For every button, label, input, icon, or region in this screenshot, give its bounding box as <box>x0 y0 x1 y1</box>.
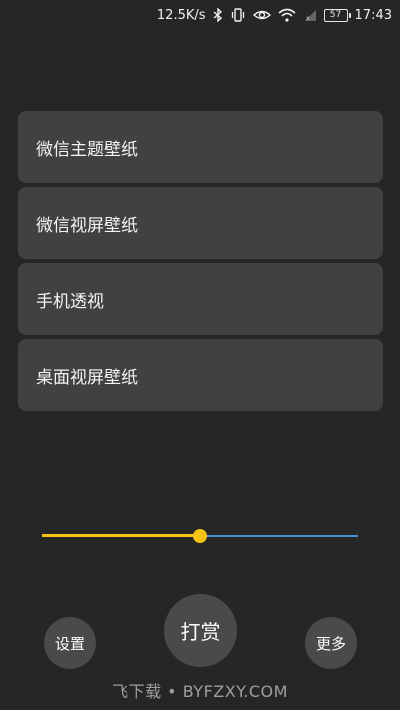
svg-text:x: x <box>306 15 310 22</box>
settings-button[interactable]: 设置 <box>44 617 96 669</box>
status-bar: 12.5K/s x 57 17:43 <box>0 0 400 30</box>
more-button[interactable]: 更多 <box>305 617 357 669</box>
tip-button[interactable]: 打赏 <box>164 594 237 667</box>
menu-item-wechat-video-wallpaper[interactable]: 微信视屏壁纸 <box>18 187 383 259</box>
net-speed: 12.5K/s <box>156 7 206 23</box>
menu-item-phone-transparent[interactable]: 手机透视 <box>18 263 383 335</box>
bluetooth-icon <box>213 7 223 23</box>
clock: 17:43 <box>354 7 392 23</box>
eye-icon <box>252 7 271 23</box>
battery-icon: 57 <box>323 8 351 22</box>
wifi-icon <box>278 7 296 23</box>
vibrate-icon <box>230 7 246 23</box>
transparency-slider[interactable] <box>42 528 358 544</box>
watermark-text: 飞下载 • BYFZXY.COM <box>112 682 288 701</box>
slider-thumb[interactable] <box>193 529 207 543</box>
menu-list: 微信主题壁纸 微信视屏壁纸 手机透视 桌面视屏壁纸 <box>18 111 383 411</box>
slider-fill <box>42 534 200 537</box>
menu-item-desktop-video-wallpaper[interactable]: 桌面视屏壁纸 <box>18 339 383 411</box>
menu-item-wechat-theme-wallpaper[interactable]: 微信主题壁纸 <box>18 111 383 183</box>
no-signal-icon: x <box>303 7 317 23</box>
